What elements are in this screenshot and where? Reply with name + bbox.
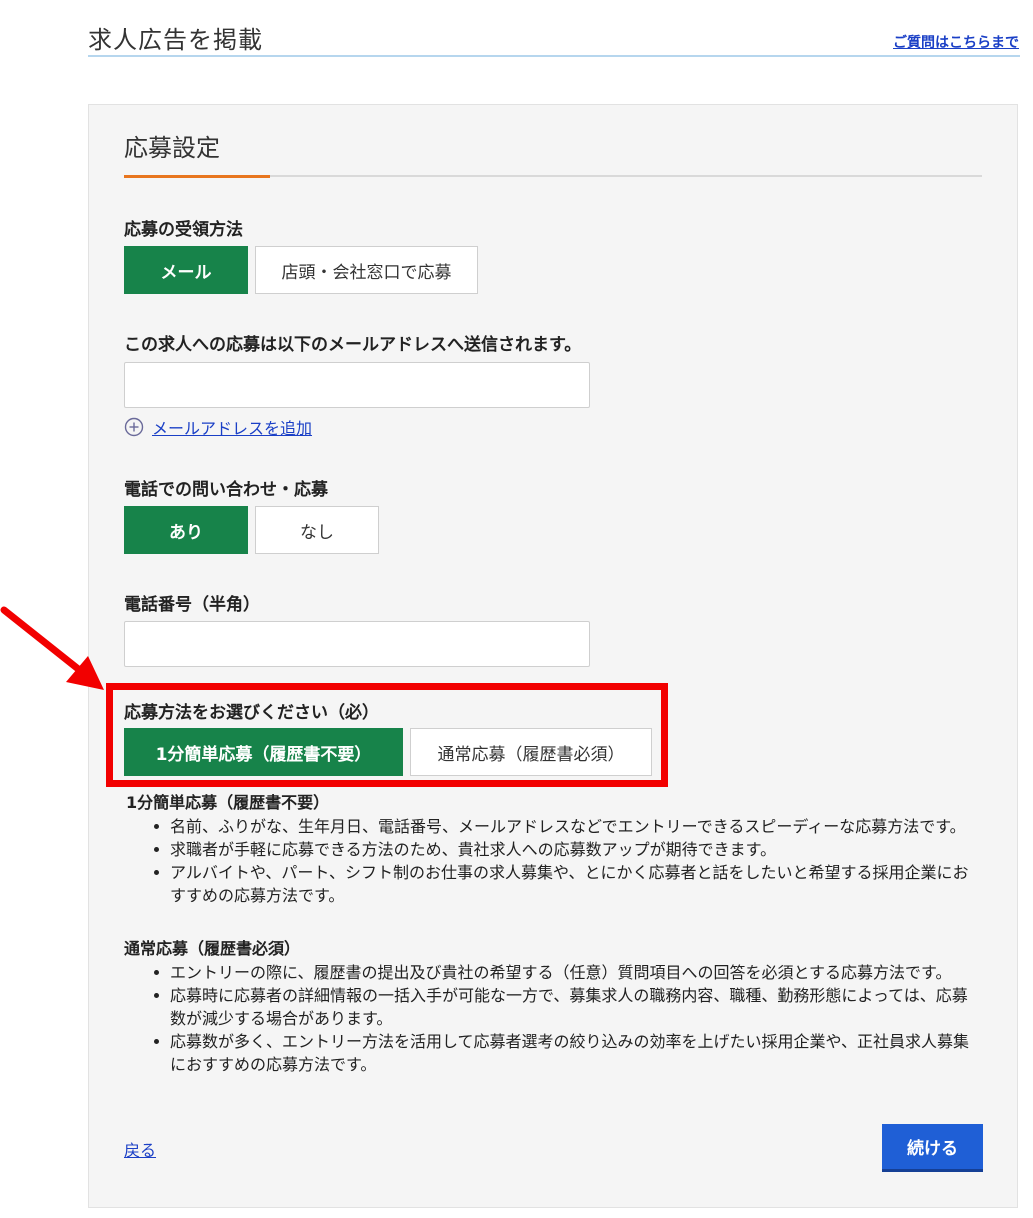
phone-inquiry-yes-button[interactable]: あり (124, 506, 248, 554)
phone-number-label: 電話番号（半角） (124, 595, 260, 615)
receive-method-label: 応募の受領方法 (124, 220, 243, 240)
email-label: この求人への応募は以下のメールアドレスへ送信されます。 (124, 335, 582, 355)
plus-circle-icon (124, 417, 144, 437)
phone-inquiry-no-button[interactable]: なし (255, 506, 379, 554)
receive-method-instore-button[interactable]: 店頭・会社窓口で応募 (255, 246, 478, 294)
apply-method-normal-button[interactable]: 通常応募（履歴書必須） (410, 728, 652, 776)
apply-method-label: 応募方法をお選びください（必） (124, 703, 379, 723)
list-item: エントリーの際に、履歴書の提出及び貴社の希望する（任意）質問項目への回答を必須と… (150, 961, 980, 984)
list-item: 応募時に応募者の詳細情報の一括入手が可能な一方で、募集求人の職務内容、職種、勤務… (150, 984, 980, 1030)
normal-apply-description-title: 通常応募（履歴書必須） (124, 939, 301, 958)
title-divider (88, 55, 1020, 57)
normal-apply-description-list: エントリーの際に、履歴書の提出及び貴社の希望する（任意）質問項目への回答を必須と… (150, 961, 980, 1076)
section-title: 応募設定 (124, 134, 220, 162)
annotation-arrow-icon (0, 606, 104, 690)
back-link[interactable]: 戻る (124, 1137, 156, 1161)
easy-apply-description-list: 名前、ふりがな、生年月日、電話番号、メールアドレスなどでエントリーできるスピーデ… (150, 815, 980, 907)
help-link[interactable]: ご質問はこちらまで (893, 32, 1019, 52)
add-email-link[interactable]: メールアドレスを追加 (152, 415, 312, 439)
receive-method-mail-button[interactable]: メール (124, 246, 248, 294)
phone-number-input[interactable] (124, 621, 590, 667)
easy-apply-description-title: 1分簡単応募（履歴書不要） (126, 793, 330, 812)
list-item: 応募数が多く、エントリー方法を活用して応募者選考の絞り込みの効率を上げたい採用企… (150, 1030, 980, 1076)
apply-method-easy-button[interactable]: 1分簡単応募（履歴書不要） (124, 728, 403, 776)
phone-inquiry-label: 電話での問い合わせ・応募 (124, 480, 328, 500)
list-item: 名前、ふりがな、生年月日、電話番号、メールアドレスなどでエントリーできるスピーデ… (150, 815, 980, 838)
list-item: 求職者が手軽に応募できる方法のため、貴社求人への応募数アップが期待できます。 (150, 838, 980, 861)
list-item: アルバイトや、パート、シフト制のお仕事の求人募集や、とにかく応募者と話をしたいと… (150, 861, 980, 907)
continue-button[interactable]: 続ける (882, 1124, 983, 1172)
add-email-row[interactable]: メールアドレスを追加 (124, 415, 312, 439)
section-divider-accent (124, 175, 270, 178)
page-title: 求人広告を掲載 (88, 26, 263, 54)
email-input[interactable] (124, 362, 590, 408)
